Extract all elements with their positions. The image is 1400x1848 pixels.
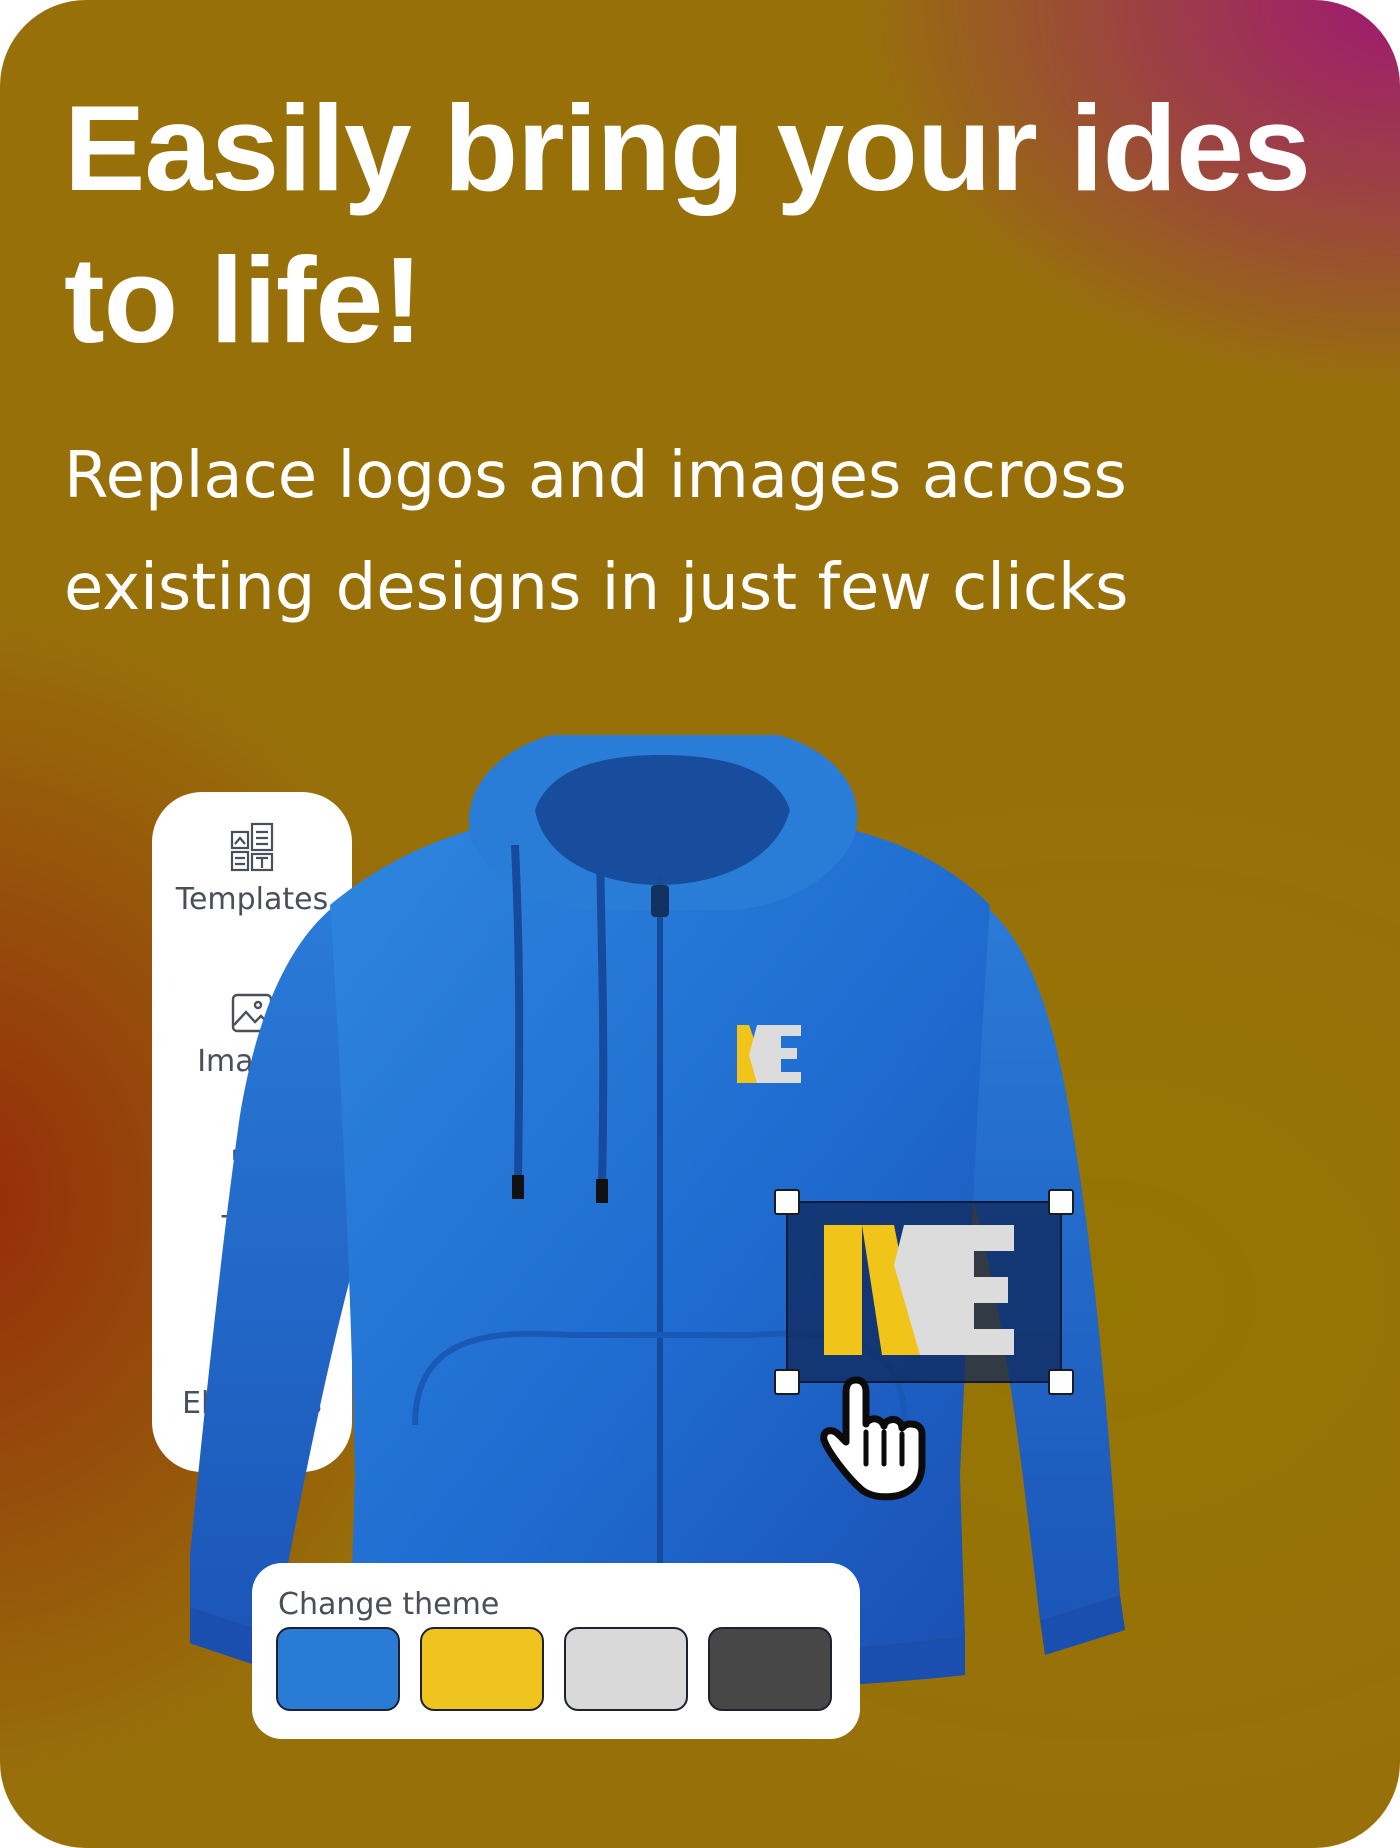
- resize-handle-top-left[interactable]: [774, 1189, 800, 1215]
- change-theme-title: Change theme: [278, 1587, 500, 1622]
- resize-handle-top-right[interactable]: [1048, 1189, 1074, 1215]
- change-theme-panel: Change theme: [252, 1563, 860, 1739]
- page-title: Easily bring your ides to life!: [64, 80, 1311, 368]
- theme-swatch-blue[interactable]: [276, 1627, 400, 1711]
- me-logo: [824, 1225, 1014, 1355]
- logo-selection-box[interactable]: [774, 1189, 1074, 1395]
- hand-pointer-icon: [820, 1376, 926, 1501]
- theme-swatch-yellow[interactable]: [420, 1627, 544, 1711]
- theme-swatch-light-gray[interactable]: [564, 1627, 688, 1711]
- resize-handle-bottom-right[interactable]: [1048, 1369, 1074, 1395]
- resize-handle-bottom-left[interactable]: [774, 1369, 800, 1395]
- promo-card: Easily bring your ides to life! Replace …: [0, 0, 1400, 1848]
- theme-swatch-dark-gray[interactable]: [708, 1627, 832, 1711]
- chest-logo: [737, 1025, 801, 1083]
- page-subtitle: Replace logos and images across existing…: [64, 439, 1129, 625]
